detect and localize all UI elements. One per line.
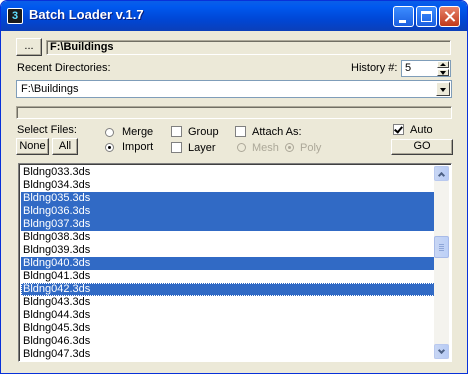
- mesh-radio[interactable]: [237, 143, 246, 152]
- app-3dsmax-icon: 3: [7, 8, 23, 24]
- merge-label[interactable]: Merge: [122, 126, 153, 138]
- current-path-field: F:\Buildings: [46, 40, 451, 55]
- close-button[interactable]: [439, 6, 460, 27]
- file-list-item[interactable]: Bldng046.3ds: [21, 335, 435, 348]
- file-list-item[interactable]: Bldng043.3ds: [21, 296, 435, 309]
- recent-directories-dropdown[interactable]: F:\Buildings: [16, 80, 452, 98]
- file-listbox[interactable]: Bldng033.3ds Bldng034.3ds Bldng035.3ds Bldn…: [18, 163, 452, 362]
- file-list-item[interactable]: Bldng035.3ds: [21, 192, 435, 205]
- maximize-button[interactable]: [416, 6, 437, 27]
- spinner-up-button[interactable]: [437, 61, 449, 68]
- import-radio[interactable]: [105, 143, 114, 152]
- poly-radio[interactable]: [285, 143, 294, 152]
- batch-loader-window: 3 Batch Loader v.1.7 ... F:\Buildings Re…: [0, 0, 468, 374]
- file-list-item[interactable]: Bldng034.3ds: [21, 179, 435, 192]
- layer-checkbox[interactable]: [171, 142, 182, 153]
- file-list-item[interactable]: Bldng038.3ds: [21, 231, 435, 244]
- recent-directories-label: Recent Directories:: [17, 62, 111, 74]
- spinner-down-button[interactable]: [437, 69, 449, 76]
- group-checkbox[interactable]: [171, 126, 182, 137]
- chevron-down-icon: [437, 346, 446, 355]
- chevron-down-icon: [440, 88, 446, 92]
- file-list-item[interactable]: Bldng047.3ds: [21, 348, 435, 361]
- file-list-item[interactable]: Bldng039.3ds: [21, 244, 435, 257]
- file-list-item[interactable]: Bldng033.3ds: [21, 166, 435, 179]
- scroll-thumb[interactable]: [434, 236, 449, 258]
- poly-label[interactable]: Poly: [300, 142, 321, 154]
- file-list-item[interactable]: Bldng037.3ds: [21, 218, 435, 231]
- group-label[interactable]: Group: [188, 126, 219, 138]
- go-button[interactable]: GO: [391, 139, 453, 155]
- minimize-icon: [399, 20, 406, 23]
- import-label[interactable]: Import: [122, 141, 153, 153]
- select-all-button[interactable]: All: [52, 138, 78, 155]
- progress-bar: [16, 106, 452, 119]
- file-list-item[interactable]: Bldng044.3ds: [21, 309, 435, 322]
- auto-label[interactable]: Auto: [410, 124, 433, 136]
- select-none-button[interactable]: None: [16, 138, 49, 155]
- scroll-down-button[interactable]: [434, 344, 449, 359]
- browse-button[interactable]: ...: [16, 38, 42, 56]
- file-list-item[interactable]: Bldng036.3ds: [21, 205, 435, 218]
- spinner-up-icon: [440, 63, 446, 66]
- recent-directories-value: F:\Buildings: [21, 83, 79, 95]
- merge-radio[interactable]: [105, 128, 114, 137]
- file-list-item[interactable]: Bldng045.3ds: [21, 322, 435, 335]
- dialog-content: ... F:\Buildings Recent Directories: His…: [4, 31, 464, 371]
- close-icon: [440, 7, 459, 26]
- scroll-up-button[interactable]: [434, 166, 449, 181]
- file-list-item[interactable]: Bldng040.3ds: [21, 257, 435, 270]
- file-list: Bldng033.3ds Bldng034.3ds Bldng035.3ds Bldn…: [21, 166, 435, 361]
- file-list-item[interactable]: Bldng042.3ds: [21, 283, 435, 296]
- history-spinner[interactable]: 5: [401, 60, 451, 77]
- attach-as-label[interactable]: Attach As:: [252, 126, 302, 138]
- window-title: Batch Loader v.1.7: [29, 7, 144, 22]
- current-path-text: F:\Buildings: [50, 41, 114, 53]
- attach-as-checkbox[interactable]: [235, 126, 246, 137]
- history-value[interactable]: 5: [405, 62, 411, 74]
- minimize-button[interactable]: [393, 6, 414, 27]
- auto-checkbox[interactable]: [393, 124, 404, 135]
- title-bar[interactable]: 3 Batch Loader v.1.7: [1, 1, 467, 31]
- layer-label[interactable]: Layer: [188, 142, 216, 154]
- vertical-scrollbar[interactable]: [434, 166, 449, 359]
- maximize-icon: [421, 11, 432, 22]
- select-files-label: Select Files:: [17, 124, 77, 136]
- file-list-item[interactable]: Bldng041.3ds: [21, 270, 435, 283]
- history-label: History #:: [351, 62, 398, 74]
- dropdown-arrow-button[interactable]: [436, 82, 450, 96]
- mesh-label[interactable]: Mesh: [252, 142, 279, 154]
- spinner-down-icon: [440, 71, 446, 75]
- chevron-up-icon: [437, 171, 446, 180]
